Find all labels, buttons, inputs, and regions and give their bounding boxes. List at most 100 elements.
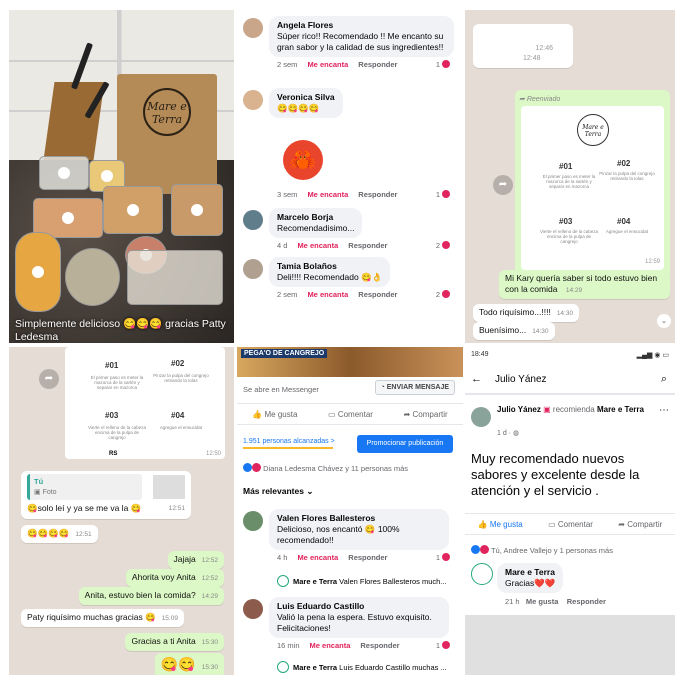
step-number: #02 xyxy=(617,159,631,168)
comment-author[interactable]: Marcelo Borja xyxy=(277,212,354,223)
avatar[interactable] xyxy=(243,90,263,110)
author-name[interactable]: Julio Yánez xyxy=(497,405,541,414)
comment-author[interactable]: Angela Flores xyxy=(277,20,446,31)
food-container xyxy=(39,156,89,190)
love-button[interactable]: Me encanta xyxy=(310,641,351,650)
like-button[interactable]: Me gusta xyxy=(526,597,559,606)
comment-author[interactable]: Valen Flores Ballesteros xyxy=(277,513,441,524)
love-button[interactable]: Me encanta xyxy=(307,60,348,69)
reply-button[interactable]: Responder xyxy=(358,290,397,299)
comment-text: Súper rico!! Recomendado !! Me encanto s… xyxy=(277,31,444,52)
recipe-card[interactable]: Mare e Terra #01 El primer paso es meter… xyxy=(521,106,664,270)
comment-time: 2 sem xyxy=(277,290,298,299)
image-message[interactable]: 12:46 12:48 xyxy=(473,24,573,68)
avatar[interactable] xyxy=(243,18,263,38)
forwarded-message[interactable]: ➦ Reenviado Mare e Terra #01 El primer p… xyxy=(515,90,670,278)
love-button[interactable]: Me encanta xyxy=(297,241,338,250)
recipe-card[interactable]: #01 El primer paso es meter la mazorca d… xyxy=(65,347,225,459)
message[interactable]: Buenísimo... 14:30 xyxy=(473,322,555,340)
share-icon[interactable]: ➦ xyxy=(39,369,59,389)
more-options-icon[interactable]: ⋯ xyxy=(659,405,669,416)
step-number: #03 xyxy=(559,217,573,226)
reply-button[interactable]: Responder xyxy=(360,641,399,650)
heart-icon xyxy=(442,553,450,561)
brand-logo: Mare e Terra xyxy=(577,114,609,146)
facebook-post: PEGA'O DE CANGREJO Se abre en Messenger … xyxy=(237,347,463,675)
search-icon[interactable]: ⌕ xyxy=(661,373,667,386)
page-reply[interactable]: Mare e Terra Luis Eduardo Castillo mucha… xyxy=(277,661,447,673)
food-photo: Mare e Terra Simplemente delicioso 😋😋😋 g… xyxy=(9,10,234,343)
reply-message[interactable]: Tú ▣ Foto 😋solo leí y ya se me va la 😋 12… xyxy=(21,471,191,519)
food-container xyxy=(171,184,223,236)
share-button[interactable]: ➦ Compartir xyxy=(404,410,448,419)
step-text: Pinzar la pulpa del congrejo retirando l… xyxy=(153,373,209,383)
avatar[interactable] xyxy=(243,259,263,279)
reactions-summary[interactable]: Diana Ledesma Chávez y 11 personas más xyxy=(243,463,408,473)
like-button[interactable]: 👍 Me gusta xyxy=(252,410,297,419)
message-time: 12:51 xyxy=(75,531,92,538)
reply-button[interactable]: Responder xyxy=(348,241,387,250)
like-button[interactable]: 👍 Me gusta xyxy=(478,520,523,529)
share-icon: ➦ xyxy=(618,519,628,529)
share-icon[interactable]: ➦ xyxy=(493,175,513,195)
share-button[interactable]: ➦ Compartir xyxy=(618,520,662,529)
reply-button[interactable]: Responder xyxy=(348,553,387,562)
comment-button[interactable]: ▭ Comentar xyxy=(548,520,593,529)
message-time: 12:50 xyxy=(205,451,221,457)
comment-author[interactable]: Mare e Terra xyxy=(505,567,555,578)
comment-text: 😋😋😋😋 xyxy=(277,103,320,113)
reply-button[interactable]: Responder xyxy=(358,190,397,199)
share-icon: ➦ xyxy=(403,409,413,419)
step-text: El primer paso es meter la mazorca de la… xyxy=(542,174,596,189)
quote-label: Foto xyxy=(42,489,57,496)
reactions-summary[interactable]: Tú, Andree Vallejo y 1 personas más xyxy=(471,545,613,555)
avatar[interactable] xyxy=(471,407,491,427)
message[interactable]: Ahorita voy Anita 12:52 xyxy=(125,569,224,587)
step-number: RS xyxy=(109,451,118,457)
message-text: Ahorita voy Anita xyxy=(131,572,196,582)
comment-text: Delicioso, nos encantó 😋 100% recomendad… xyxy=(277,524,400,545)
message[interactable]: 😋😋😋😋 12:51 xyxy=(21,525,98,543)
message[interactable]: Mi Kary quería saber si todo estuvo bien… xyxy=(499,270,670,299)
message[interactable]: Todo riquísimo...!!!! 14:30 xyxy=(473,304,580,322)
message-time: 14:30 xyxy=(556,310,574,317)
promote-button[interactable]: Promocionar publicación xyxy=(357,435,453,453)
page-name[interactable]: Mare e Terra xyxy=(597,405,644,414)
avatar[interactable] xyxy=(243,511,263,531)
back-arrow-icon[interactable]: ← xyxy=(471,373,482,385)
reach-link[interactable]: 1.951 personas alcanzadas > xyxy=(243,438,335,449)
avatar[interactable] xyxy=(243,599,263,619)
send-message-button[interactable]: ◔ ENVIAR MENSAJE xyxy=(374,380,455,395)
reaction-count: 1 xyxy=(435,641,440,650)
love-button[interactable]: Me encanta xyxy=(307,190,348,199)
message[interactable]: 😋😋 15:30 xyxy=(154,653,224,675)
food-container xyxy=(103,186,163,234)
message[interactable]: Gracias a ti Anita 15:30 xyxy=(125,633,224,651)
like-reaction-icon xyxy=(243,463,252,472)
comment-author[interactable]: Tamia Bolaños xyxy=(277,261,382,272)
message[interactable]: Paty riquísimo muchas gracias 😋 15:09 xyxy=(21,609,184,627)
sort-dropdown[interactable]: Más relevantes ⌄ xyxy=(243,486,313,497)
reply-button[interactable]: Responder xyxy=(567,597,606,606)
message[interactable]: Anita, estuvo bien la comida? 14:29 xyxy=(78,587,224,605)
love-button[interactable]: Me encanta xyxy=(297,553,338,562)
paper-bag: Mare e Terra xyxy=(117,74,217,194)
message-time: 14:30 xyxy=(532,328,549,335)
comment-button[interactable]: ▭ Comentar xyxy=(328,410,373,419)
scroll-down-icon[interactable]: ⌄ xyxy=(657,314,671,328)
message-text: Jajaja xyxy=(173,554,196,564)
avatar[interactable] xyxy=(243,210,263,230)
comment-author[interactable]: Luis Eduardo Castillo xyxy=(277,601,441,612)
page-reply[interactable]: Mare e Terra Valen Flores Ballesteros mu… xyxy=(277,575,447,587)
step-number: #04 xyxy=(617,217,631,226)
reply-button[interactable]: Responder xyxy=(358,60,397,69)
avatar[interactable] xyxy=(471,563,493,585)
message[interactable]: Jajaja 12:52 xyxy=(167,551,224,569)
love-button[interactable]: Me encanta xyxy=(307,290,348,299)
comment-author[interactable]: Veronica Silva xyxy=(277,92,335,103)
message-time: 12:52 xyxy=(201,557,218,564)
comment: Luis Eduardo Castillo Valió la pena la es… xyxy=(243,597,458,650)
message-text: 😋solo leí y ya se me va la 😋 xyxy=(27,503,142,513)
step-text: El primer paso es meter la mazorca de la… xyxy=(90,375,144,390)
step-text: Vierte el relleno de la cabeza encima de… xyxy=(540,229,598,244)
